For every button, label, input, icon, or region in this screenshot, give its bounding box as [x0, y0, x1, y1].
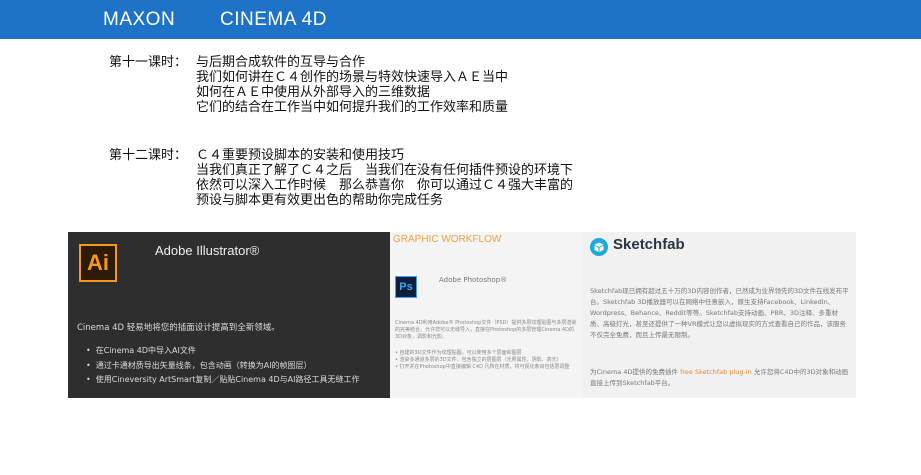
graphic-workflow-heading: GRAPHIC WORKFLOW [393, 234, 502, 245]
list-item: 使用Cineversity ArtSmart复制／贴贴Cinema 4D与AI路… [86, 374, 360, 385]
lesson-11: 第十一课时： 与后期合成软件的互导与合作 我们如何讲在Ｃ４创作的场景与特效快速导入… [109, 55, 508, 115]
lesson-label: 第十一课时： [109, 55, 188, 70]
sketchfab-logo-icon [590, 238, 608, 256]
lesson-label: 第十二课时： [109, 148, 188, 163]
lesson-line: 预设与脚本更有效更出色的帮助你完成任务 [196, 193, 444, 208]
sketchfab-name: Sketchfab [613, 236, 685, 253]
illustrator-feature-list: 在Cinema 4D中导入AI文件 通过卡通材质导出矢量线条，包含动画（转换为A… [86, 345, 360, 389]
list-item: 通过卡通材质导出矢量线条，包含动画（转换为AI的帧图层） [86, 360, 360, 371]
lesson-line: 当我们真正了解了Ｃ４之后 当我们在没有任何插件预设的环境下 [196, 163, 574, 178]
photoshop-logo-icon: Ps [395, 276, 417, 298]
illustrator-title: Adobe Illustrator® [155, 243, 260, 258]
illustrator-description: Cinema 4D 轻易地将您的插面设计提高到全新领域。 [77, 323, 280, 333]
illustrator-panel: Ai Adobe Illustrator® Cinema 4D 轻易地将您的插面… [68, 232, 390, 398]
lesson-12: 第十二课时： Ｃ４重要预设脚本的安装和使用技巧 当我们真正了解了Ｃ４之后 当我们在… [109, 148, 573, 208]
illustrator-logo-icon: Ai [79, 244, 117, 282]
header-bar: MAXON CINEMA 4D [0, 0, 921, 39]
lesson-line: 它们的结合在工作当中如何提升我们的工作效率和质量 [196, 100, 509, 115]
sketchfab-plugin-link[interactable]: free Sketchfab plug-in [680, 368, 752, 376]
photoshop-description: Cinema 4D利用Adobe® Photoshop文件（PSD）提供多层纹理… [395, 320, 577, 340]
product-name: CINEMA 4D [220, 9, 327, 30]
lesson-line: 与后期合成软件的互导与合作 [196, 55, 366, 70]
photoshop-panel: GRAPHIC WORKFLOW Ps Adobe Photoshop® Cin… [390, 232, 582, 398]
list-item: 在Cinema 4D中导入AI文件 [86, 345, 360, 356]
sketchfab-description: Sketchfab现已拥有超过五十万的3D内容创作者，已然成为业界领先的3D文件… [590, 287, 849, 339]
sketchfab-footer: 为Cinema 4D提供的免费插件 free Sketchfab plug-in… [590, 367, 850, 389]
photoshop-title: Adobe Photoshop® [439, 276, 508, 284]
brand-name: MAXON [103, 9, 176, 30]
lesson-line: 依然可以深入工作时候 那么恭喜你 你可以通过Ｃ４强大丰富的 [196, 178, 574, 193]
list-item: 打开并在Photoshop中直接编辑 C4D 凡所在材质，将可视化条目包括层调整 [395, 364, 578, 371]
photoshop-feature-list: 自建的3D文件作为纹理贴图，可以使用多个层面和图层 渲染多通道多层的3D文件，包… [395, 350, 578, 371]
list-item: 自建的3D文件作为纹理贴图，可以使用多个层面和图层 [395, 350, 578, 357]
lesson-line: 我们如何讲在Ｃ４创作的场景与特效快速导入ＡＥ当中 [196, 70, 509, 85]
list-item: 渲染多通道多层的3D文件，包含独立的层图层（光照属性、阴影、高光） [395, 357, 578, 364]
lesson-line: 如何在ＡＥ中使用从外部导入的三维数据 [196, 85, 431, 100]
sketchfab-panel: Sketchfab Sketchfab现已拥有超过五十万的3D内容创作者，已然成… [582, 232, 856, 398]
lesson-line: Ｃ４重要预设脚本的安装和使用技巧 [196, 148, 405, 163]
footer-text: 为Cinema 4D提供的免费插件 [590, 368, 678, 376]
